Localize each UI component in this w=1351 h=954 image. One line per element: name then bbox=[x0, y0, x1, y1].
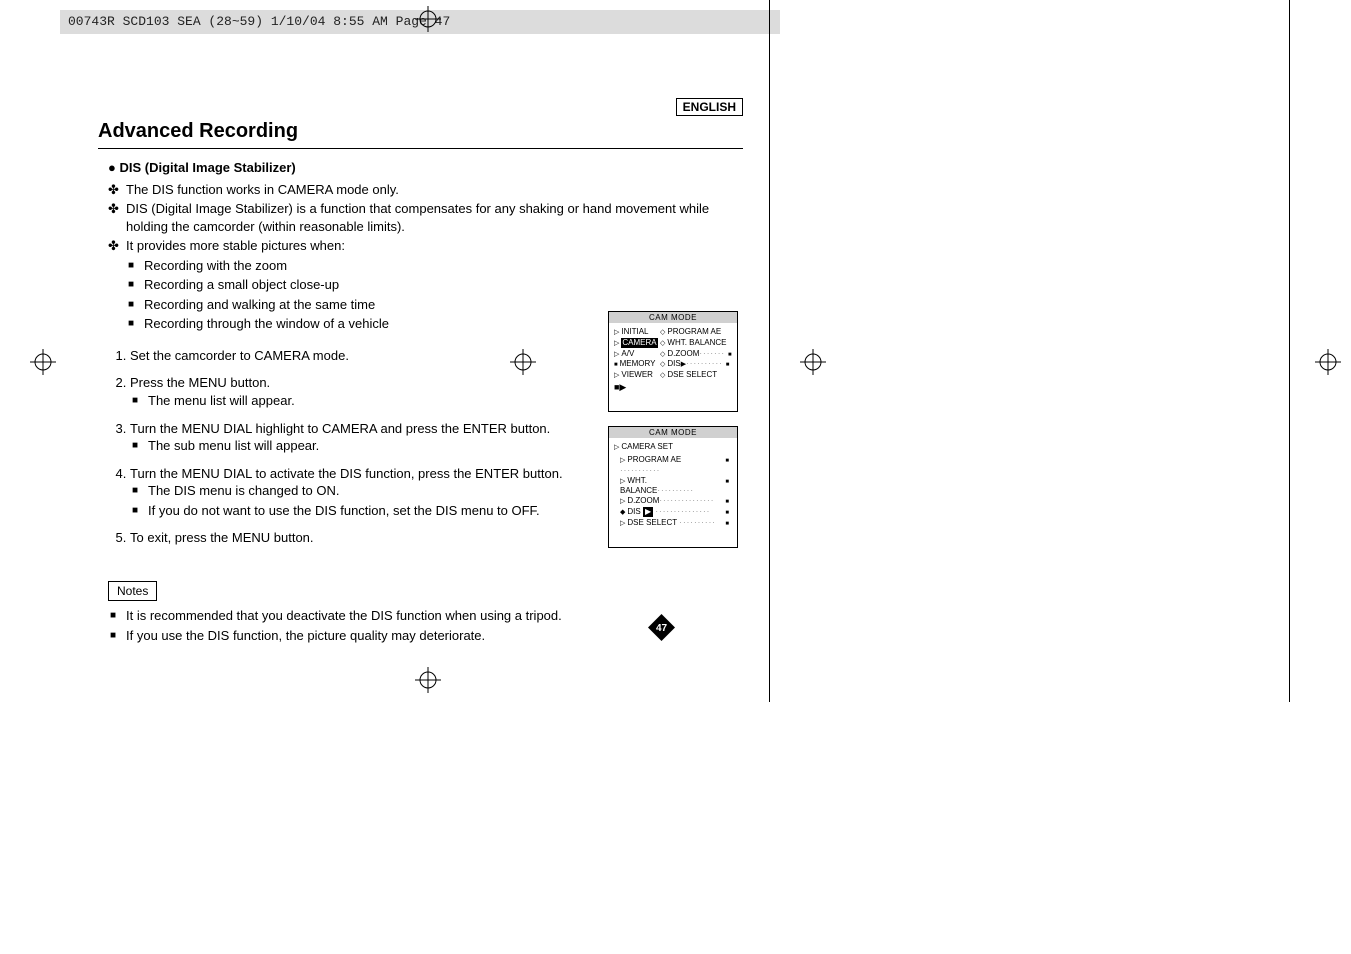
osd-subtitle: CAMERA SET bbox=[614, 442, 732, 451]
osd-item: D.ZOOM······· bbox=[660, 349, 732, 360]
section-heading: ● DIS (Digital Image Stabilizer) bbox=[108, 159, 743, 177]
osd-menu-1: CAM MODE INITIAL CAMERA A/V ■MEMORY VIEW… bbox=[608, 311, 738, 412]
bullet: DIS (Digital Image Stabilizer) is a func… bbox=[126, 200, 743, 235]
page-title: Advanced Recording bbox=[98, 118, 743, 145]
language-badge: ENGLISH bbox=[676, 98, 743, 116]
osd-item-label: DSE SELECT bbox=[620, 518, 677, 527]
osd-item: INITIAL bbox=[614, 327, 660, 338]
osd-item: ■MEMORY bbox=[614, 359, 660, 370]
osd-row: ◆DIS ▶ ··············· bbox=[620, 507, 732, 518]
page: 00743R SCD103 SEA (28~59) 1/10/04 8:55 A… bbox=[0, 0, 1351, 954]
osd-item: DIS▶·········· bbox=[660, 359, 732, 370]
crop-rule bbox=[1289, 0, 1290, 702]
step-text: Turn the MENU DIAL to activate the DIS f… bbox=[130, 466, 563, 481]
step-text: Set the camcorder to CAMERA mode. bbox=[130, 348, 349, 363]
osd-row: PROGRAM AE ··········· bbox=[620, 455, 732, 476]
osd-menu-2: CAM MODE CAMERA SET PROGRAM AE ·········… bbox=[608, 426, 738, 548]
osd-item: CAMERA bbox=[614, 338, 660, 349]
step-text: Turn the MENU DIAL highlight to CAMERA a… bbox=[130, 421, 550, 436]
osd-item: A/V bbox=[614, 349, 660, 360]
osd-item: VIEWER bbox=[614, 370, 660, 381]
osd-row: D.ZOOM··············· bbox=[620, 496, 732, 507]
osd-row: WHT. BALANCE·········· bbox=[620, 476, 732, 497]
osd-item-label: DIS bbox=[660, 359, 681, 368]
notes-label: Notes bbox=[108, 581, 157, 601]
sub-bullet: Recording with the zoom bbox=[144, 257, 743, 275]
osd-title: CAM MODE bbox=[609, 427, 737, 438]
registration-mark-icon bbox=[1315, 349, 1341, 375]
registration-mark-icon bbox=[415, 667, 441, 693]
sub-bullet: Recording a small object close-up bbox=[144, 276, 743, 294]
osd-group: CAM MODE INITIAL CAMERA A/V ■MEMORY VIEW… bbox=[608, 311, 738, 562]
osd-row: DSE SELECT ·········· bbox=[620, 518, 732, 529]
osd-title: CAM MODE bbox=[609, 312, 737, 323]
bullet: It provides more stable pictures when: bbox=[126, 237, 743, 255]
cursor-icon: ■▶ bbox=[614, 382, 660, 393]
page-number: 47 bbox=[656, 623, 668, 634]
section-heading-text: DIS (Digital Image Stabilizer) bbox=[119, 160, 295, 175]
osd-item-label: CAMERA bbox=[621, 338, 657, 348]
page-number-badge: 47 bbox=[648, 614, 675, 641]
osd-item-label: D.ZOOM bbox=[620, 496, 659, 505]
registration-mark-icon bbox=[800, 349, 826, 375]
step-text: To exit, press the MENU button. bbox=[130, 530, 314, 545]
step-text: Press the MENU button. bbox=[130, 375, 270, 390]
osd-item: DSE SELECT bbox=[660, 370, 732, 381]
crop-rule bbox=[769, 0, 770, 702]
registration-mark-icon bbox=[415, 6, 441, 32]
osd-item-label: WHT. BALANCE bbox=[620, 476, 657, 496]
osd-item-label: MEMORY bbox=[620, 359, 656, 368]
osd-item-label: DIS bbox=[627, 507, 640, 516]
osd-item-label: D.ZOOM bbox=[660, 349, 699, 358]
title-rule bbox=[98, 148, 743, 149]
osd-item: PROGRAM AE bbox=[660, 327, 732, 338]
osd-item-label: PROGRAM AE bbox=[620, 455, 681, 464]
bullet: The DIS function works in CAMERA mode on… bbox=[126, 181, 743, 199]
registration-mark-icon bbox=[30, 349, 56, 375]
osd-item: WHT. BALANCE bbox=[660, 338, 732, 349]
